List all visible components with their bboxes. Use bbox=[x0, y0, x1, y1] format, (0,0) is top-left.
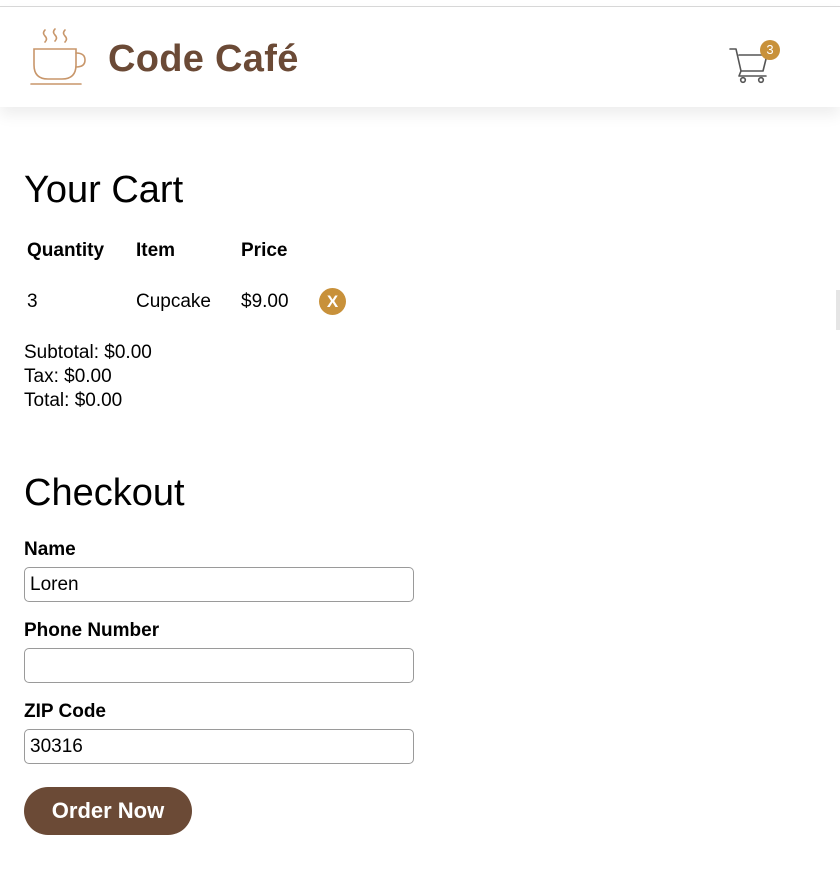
table-row: 3 Cupcake $9.00 X bbox=[24, 266, 346, 315]
checkout-title: Checkout bbox=[24, 472, 185, 514]
site-header: Code Café 3 bbox=[0, 7, 840, 107]
cart-table: Quantity Item Price 3 Cupcake $9.00 X bbox=[24, 236, 346, 315]
phone-field[interactable] bbox=[24, 648, 414, 683]
scrollbar-edge bbox=[836, 290, 840, 330]
cart-button[interactable]: 3 bbox=[728, 37, 782, 85]
item-name: Cupcake bbox=[136, 290, 211, 312]
phone-label: Phone Number bbox=[24, 620, 160, 641]
item-price: $9.00 bbox=[241, 290, 289, 312]
name-label: Name bbox=[24, 539, 76, 560]
column-header-actions bbox=[319, 236, 346, 266]
order-now-button[interactable]: Order Now bbox=[24, 787, 192, 835]
brand-name[interactable]: Code Café bbox=[108, 37, 299, 81]
item-quantity: 3 bbox=[27, 290, 38, 312]
cart-totals: Subtotal: $0.00 Tax: $0.00 Total: $0.00 bbox=[24, 341, 152, 413]
cart-title: Your Cart bbox=[24, 169, 184, 211]
subtotal: Subtotal: $0.00 bbox=[24, 342, 152, 363]
column-header-price: Price bbox=[241, 240, 288, 261]
name-field[interactable] bbox=[24, 567, 414, 602]
column-header-item: Item bbox=[136, 240, 176, 261]
zip-field[interactable] bbox=[24, 729, 414, 764]
cart-count-badge: 3 bbox=[760, 40, 780, 60]
total: Total: $0.00 bbox=[24, 390, 123, 411]
coffee-cup-icon bbox=[28, 25, 88, 87]
column-header-quantity: Quantity bbox=[27, 240, 105, 261]
tax: Tax: $0.00 bbox=[24, 366, 112, 387]
remove-item-button[interactable]: X bbox=[319, 288, 346, 315]
zip-label: ZIP Code bbox=[24, 701, 106, 722]
